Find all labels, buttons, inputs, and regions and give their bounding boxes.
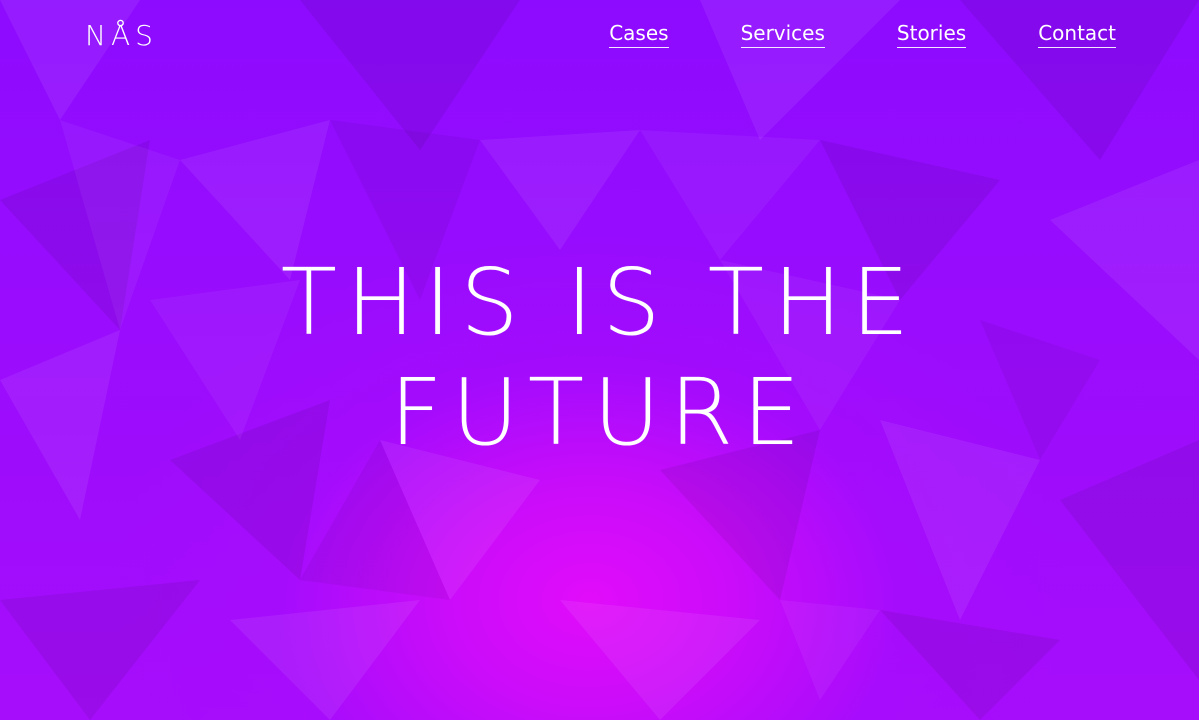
top-navigation: NÅS Cases Services Stories Contact <box>0 0 1199 80</box>
hero-headline-line-1: THIS IS THE <box>280 249 919 356</box>
hero-headline-line-2: FUTURE <box>389 359 810 466</box>
nav-link-services[interactable]: Services <box>740 20 825 48</box>
hero-headline: THIS IS THE FUTURE <box>0 248 1199 468</box>
nav-link-cases[interactable]: Cases <box>609 20 669 48</box>
nav-link-contact[interactable]: Contact <box>1038 20 1116 48</box>
brand-logo[interactable]: NÅS <box>85 18 158 54</box>
nav-link-stories[interactable]: Stories <box>896 20 967 48</box>
nav-links: Cases Services Stories Contact <box>609 20 1116 48</box>
hero-section: THIS IS THE FUTURE <box>0 248 1199 468</box>
